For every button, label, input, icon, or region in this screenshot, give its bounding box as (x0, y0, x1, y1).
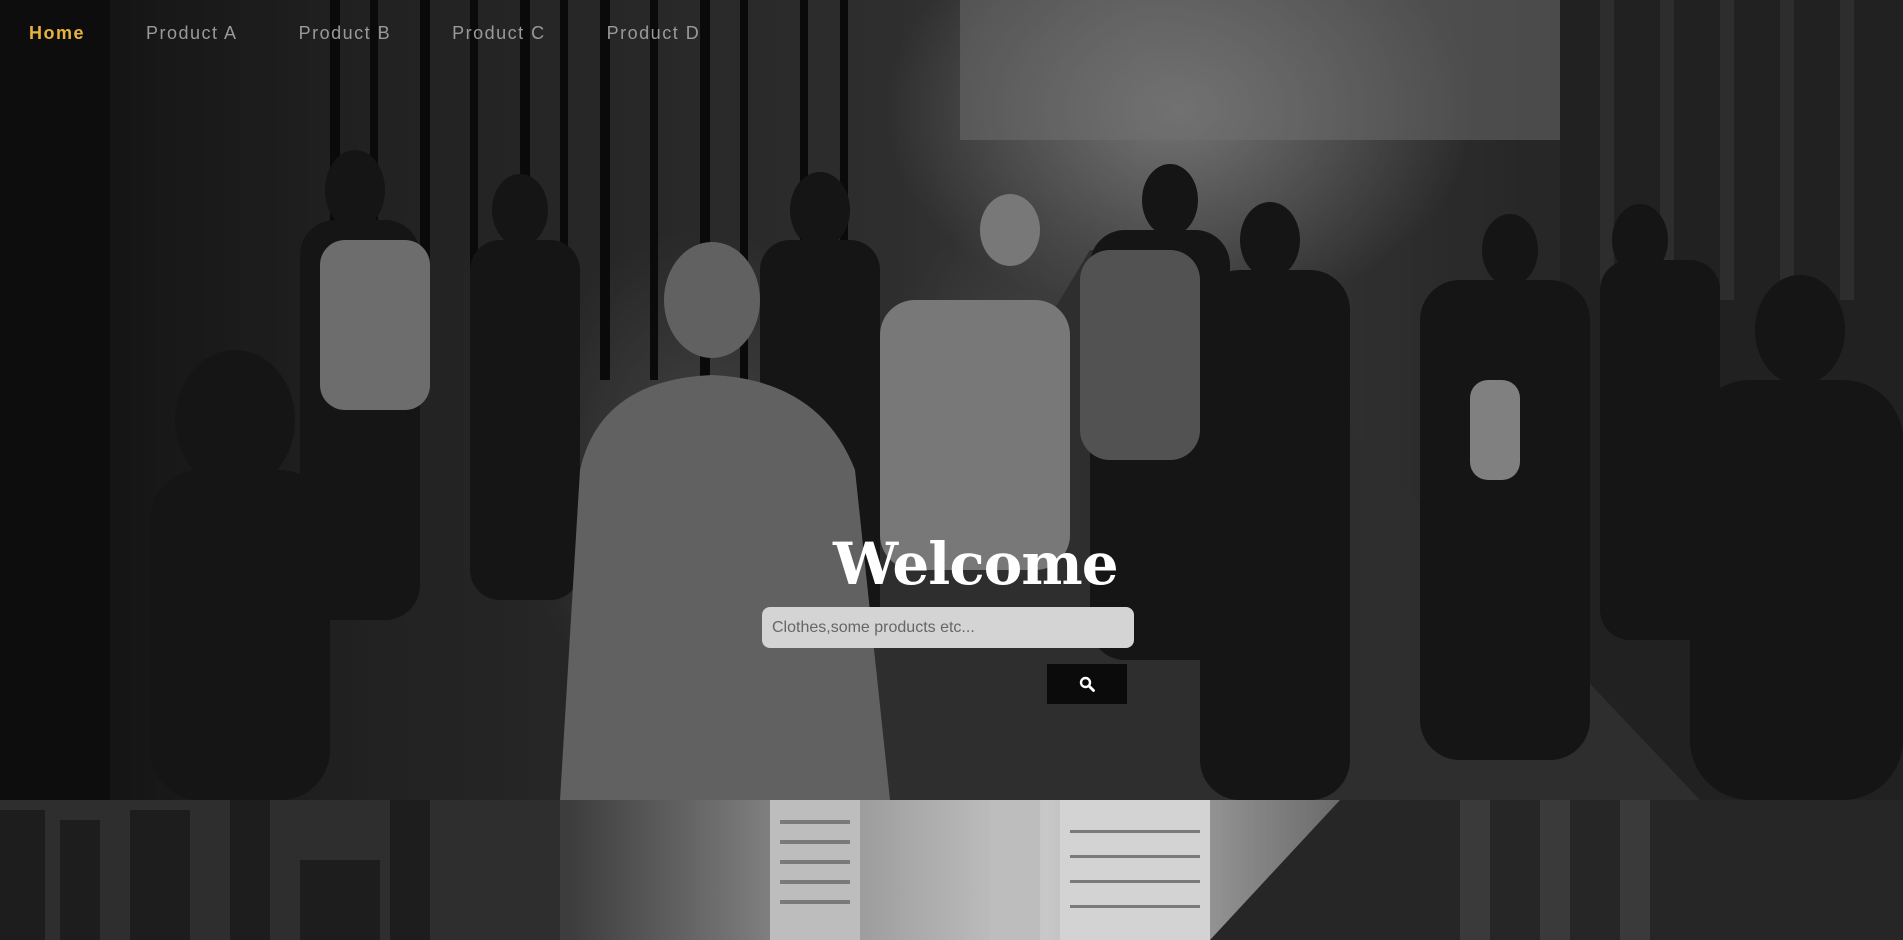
city-background-image (0, 800, 1903, 940)
page-title: Welcome (833, 530, 1119, 598)
nav-item-product-d[interactable]: Product D (607, 23, 701, 44)
search-input[interactable] (762, 607, 1134, 648)
nav-item-product-a[interactable]: Product A (146, 23, 238, 44)
hero-dark-overlay (0, 0, 1903, 800)
city-section (0, 800, 1903, 940)
top-navigation: Home Product A Product B Product C Produ… (0, 0, 761, 66)
nav-item-product-c[interactable]: Product C (452, 23, 546, 44)
landing-page: Home Product A Product B Product C Produ… (0, 0, 1903, 940)
hero-section (0, 0, 1903, 800)
search-button[interactable] (1047, 664, 1127, 704)
search-icon (1079, 676, 1095, 692)
nav-item-product-b[interactable]: Product B (299, 23, 392, 44)
nav-item-home[interactable]: Home (29, 23, 85, 44)
